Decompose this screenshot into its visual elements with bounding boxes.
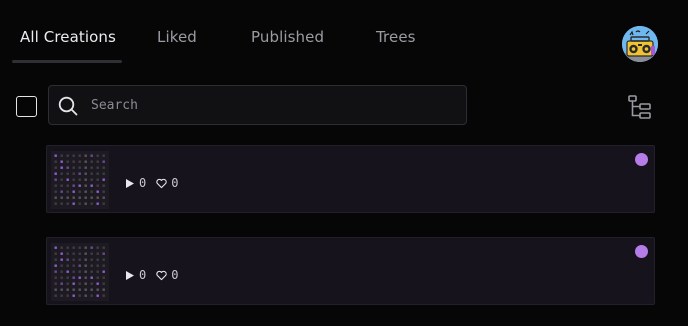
status-dot — [635, 153, 648, 166]
heart-icon[interactable] — [156, 270, 167, 281]
play-icon[interactable] — [124, 178, 135, 189]
tab-all-creations[interactable]: All Creations — [20, 28, 116, 46]
tree-view-icon — [628, 95, 651, 119]
creation-card[interactable]: 0 0 — [46, 145, 655, 213]
creation-card[interactable]: 0 0 — [46, 237, 655, 305]
play-icon[interactable] — [124, 270, 135, 281]
play-count: 0 — [139, 176, 147, 190]
active-tab-indicator — [12, 60, 122, 63]
tab-published[interactable]: Published — [251, 28, 324, 46]
heart-icon[interactable] — [156, 178, 167, 189]
pattern-thumbnail — [51, 243, 109, 301]
tab-liked[interactable]: Liked — [157, 28, 197, 46]
status-dot — [635, 245, 648, 258]
like-count: 0 — [171, 176, 179, 190]
pattern-thumbnail — [51, 151, 109, 209]
search-icon — [58, 96, 78, 116]
search-bar — [48, 85, 467, 125]
select-all-checkbox[interactable] — [16, 96, 37, 117]
creation-stats: 0 0 — [124, 267, 178, 283]
avatar[interactable] — [622, 26, 658, 62]
like-count: 0 — [171, 268, 179, 282]
tree-view-button[interactable] — [626, 94, 654, 120]
tab-trees[interactable]: Trees — [376, 28, 416, 46]
tab-bar: All Creations Liked Published Trees — [0, 0, 688, 70]
creation-stats: 0 0 — [124, 175, 178, 191]
play-count: 0 — [139, 268, 147, 282]
search-input[interactable] — [89, 86, 459, 124]
boombox-avatar-icon — [622, 26, 658, 62]
